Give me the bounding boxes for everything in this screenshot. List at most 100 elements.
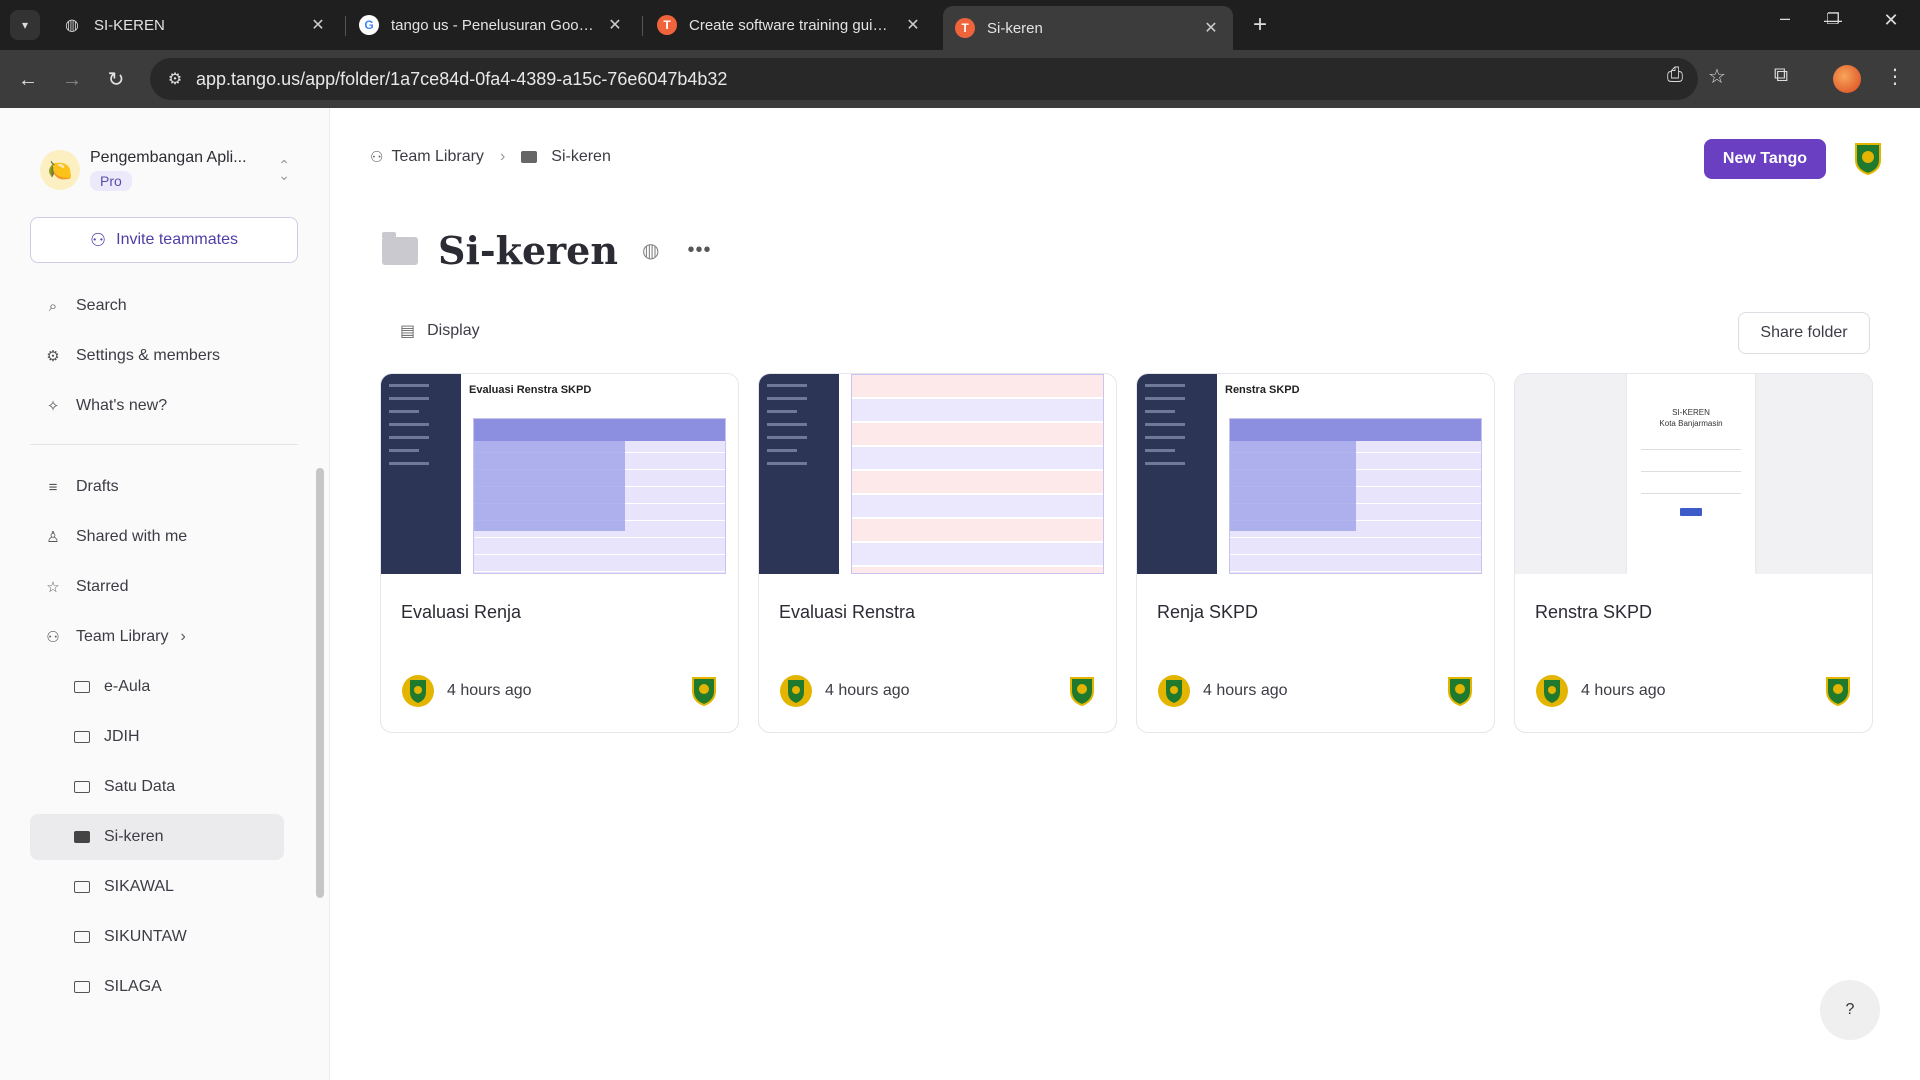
chevron-right-icon: ›: [180, 628, 186, 645]
team-icon: ⚇: [370, 149, 384, 166]
plan-badge: Pro: [90, 171, 132, 191]
viewer-emblem-icon: [1448, 677, 1472, 707]
add-person-icon: ⚇: [90, 229, 107, 250]
display-button[interactable]: ▤ Display: [400, 321, 480, 341]
sidebar-folder-jdih[interactable]: JDIH: [60, 714, 284, 760]
help-button[interactable]: ?: [1820, 980, 1880, 1040]
install-app-icon[interactable]: ⎙: [1660, 64, 1690, 87]
page-title: Si-keren: [438, 228, 618, 273]
address-toolbar: ← → ↻ ⚙ app.tango.us/app/folder/1a7ce84d…: [0, 50, 1920, 108]
star-icon: ☆: [46, 579, 60, 596]
globe-icon: ◍: [65, 17, 79, 34]
sidebar-item-search[interactable]: ⌕ Search: [30, 283, 284, 329]
url-text: app.tango.us/app/folder/1a7ce84d-0fa4-43…: [196, 68, 728, 89]
thumbnail-title: SI-KEREN: [1672, 408, 1710, 417]
sidebar-item-drafts[interactable]: ≡ Drafts: [30, 464, 284, 510]
sidebar-folder-satu-data[interactable]: Satu Data: [60, 764, 284, 810]
card-title: Renja SKPD: [1157, 602, 1259, 622]
tango-icon: T: [955, 18, 975, 38]
close-icon[interactable]: ✕: [903, 15, 923, 35]
tango-card[interactable]: SI-KEREN Kota Banjarmasin Renstra SKPD 4…: [1514, 373, 1873, 733]
sidebar-item-label: Starred: [76, 578, 129, 595]
tab-title: Si-keren: [987, 19, 1043, 37]
tab-title: tango us - Penelusuran Google: [391, 16, 597, 34]
browser-tab-2[interactable]: G tango us - Penelusuran Google ✕: [347, 6, 637, 44]
share-folder-button[interactable]: Share folder: [1738, 312, 1870, 354]
browser-tab-bar: ▾ ◍ SI-KEREN ✕ G tango us - Penelusuran …: [0, 0, 1920, 50]
folder-icon: [74, 831, 90, 843]
sidebar-item-label: SILAGA: [104, 978, 162, 995]
sidebar-item-whats-new[interactable]: ✧ What's new?: [30, 383, 284, 429]
sidebar-item-label: Si-keren: [104, 828, 164, 845]
tango-card[interactable]: Renstra SKPD Renja SKPD 4 hours ago: [1136, 373, 1495, 733]
sidebar-item-settings[interactable]: ⚙ Settings & members: [30, 333, 284, 379]
sidebar-folder-si-keren[interactable]: Si-keren: [30, 814, 284, 860]
card-timestamp: 4 hours ago: [447, 682, 532, 699]
profile-avatar[interactable]: [1833, 65, 1861, 93]
sidebar-item-team-library[interactable]: ⚇ Team Library ›: [30, 614, 284, 660]
card-thumbnail: SI-KEREN Kota Banjarmasin: [1515, 374, 1872, 574]
display-icon: ▤: [400, 323, 416, 340]
sidebar-item-label: What's new?: [76, 397, 168, 414]
breadcrumb-team-library[interactable]: Team Library: [391, 148, 483, 166]
folder-icon: [382, 231, 418, 265]
browser-tab-1[interactable]: ◍ SI-KEREN ✕: [50, 6, 340, 44]
invite-teammates-button[interactable]: ⚇ Invite teammates: [30, 217, 298, 263]
globe-icon[interactable]: ◍: [642, 238, 659, 263]
new-tango-button[interactable]: New Tango: [1704, 139, 1826, 179]
sidebar-item-label: JDIH: [104, 728, 140, 745]
bookmark-star-icon[interactable]: ☆: [1702, 64, 1732, 89]
thumbnail-subtitle: Kota Banjarmasin: [1659, 419, 1723, 428]
card-timestamp: 4 hours ago: [825, 682, 910, 699]
tango-card[interactable]: Evaluasi Renstra 4 hours ago: [758, 373, 1117, 733]
card-thumbnail: [759, 374, 1116, 574]
tango-card[interactable]: Evaluasi Renstra SKPD Evaluasi Renja 4 h…: [380, 373, 739, 733]
sidebar-folder-sikuntaw[interactable]: SIKUNTAW: [60, 914, 284, 960]
sidebar-item-starred[interactable]: ☆ Starred: [30, 564, 284, 610]
card-title: Renstra SKPD: [1535, 602, 1653, 622]
extensions-icon[interactable]: ⧉: [1766, 64, 1796, 87]
user-avatar-emblem-icon[interactable]: [1850, 140, 1886, 176]
sidebar-scrollbar[interactable]: [316, 468, 324, 898]
card-timestamp: 4 hours ago: [1581, 682, 1666, 699]
reload-icon[interactable]: ↻: [102, 66, 130, 94]
folder-icon: [74, 931, 90, 943]
card-title: Evaluasi Renja: [401, 602, 522, 622]
restore-window-icon[interactable]: ❐: [1818, 10, 1848, 28]
author-emblem-icon: [1536, 675, 1568, 707]
sidebar-folder-silaga[interactable]: SILAGA: [60, 964, 284, 1010]
browser-tab-4-active[interactable]: T Si-keren ✕: [943, 6, 1233, 50]
site-info-icon[interactable]: ⚙: [158, 69, 192, 89]
minimize-window-icon[interactable]: –: [1770, 8, 1800, 29]
folder-icon: [74, 881, 90, 893]
sidebar-item-shared[interactable]: ♙ Shared with me: [30, 514, 284, 560]
sidebar-folder-sikawal[interactable]: SIKAWAL: [60, 864, 284, 910]
card-thumbnail: Evaluasi Renstra SKPD: [381, 374, 738, 574]
tab-search-chevron-icon[interactable]: ▾: [10, 10, 40, 40]
close-icon[interactable]: ✕: [605, 15, 625, 35]
address-bar[interactable]: ⚙ app.tango.us/app/folder/1a7ce84d-0fa4-…: [150, 58, 1698, 100]
tab-title: Create software training guides: [689, 16, 895, 34]
sidebar-folder-e-aula[interactable]: e-Aula: [60, 664, 284, 710]
sparkle-icon: ✧: [46, 398, 60, 415]
sidebar-item-label: Settings & members: [76, 347, 221, 364]
back-icon[interactable]: ←: [14, 66, 42, 94]
more-options-icon[interactable]: •••: [687, 239, 711, 262]
author-emblem-icon: [780, 675, 812, 707]
forward-icon[interactable]: →: [58, 66, 86, 94]
workspace-switcher[interactable]: 🍋 Pengembangan Apli... Pro ⌃ ⌄: [40, 146, 290, 194]
close-window-icon[interactable]: ✕: [1876, 10, 1906, 31]
viewer-emblem-icon: [1826, 677, 1850, 707]
browser-menu-icon[interactable]: ⋮: [1880, 64, 1910, 89]
folder-icon: [74, 731, 90, 743]
viewer-emblem-icon: [1070, 677, 1094, 707]
tab-title: SI-KEREN: [94, 16, 165, 34]
folder-icon: [74, 981, 90, 993]
browser-tab-3[interactable]: T Create software training guides ✕: [645, 6, 935, 44]
thumbnail-title: Renstra SKPD: [1225, 384, 1300, 396]
new-tab-icon[interactable]: +: [1245, 10, 1275, 40]
close-icon[interactable]: ✕: [1201, 18, 1221, 38]
close-icon[interactable]: ✕: [308, 15, 328, 35]
google-icon: G: [359, 15, 379, 35]
drafts-icon: ≡: [48, 478, 58, 496]
